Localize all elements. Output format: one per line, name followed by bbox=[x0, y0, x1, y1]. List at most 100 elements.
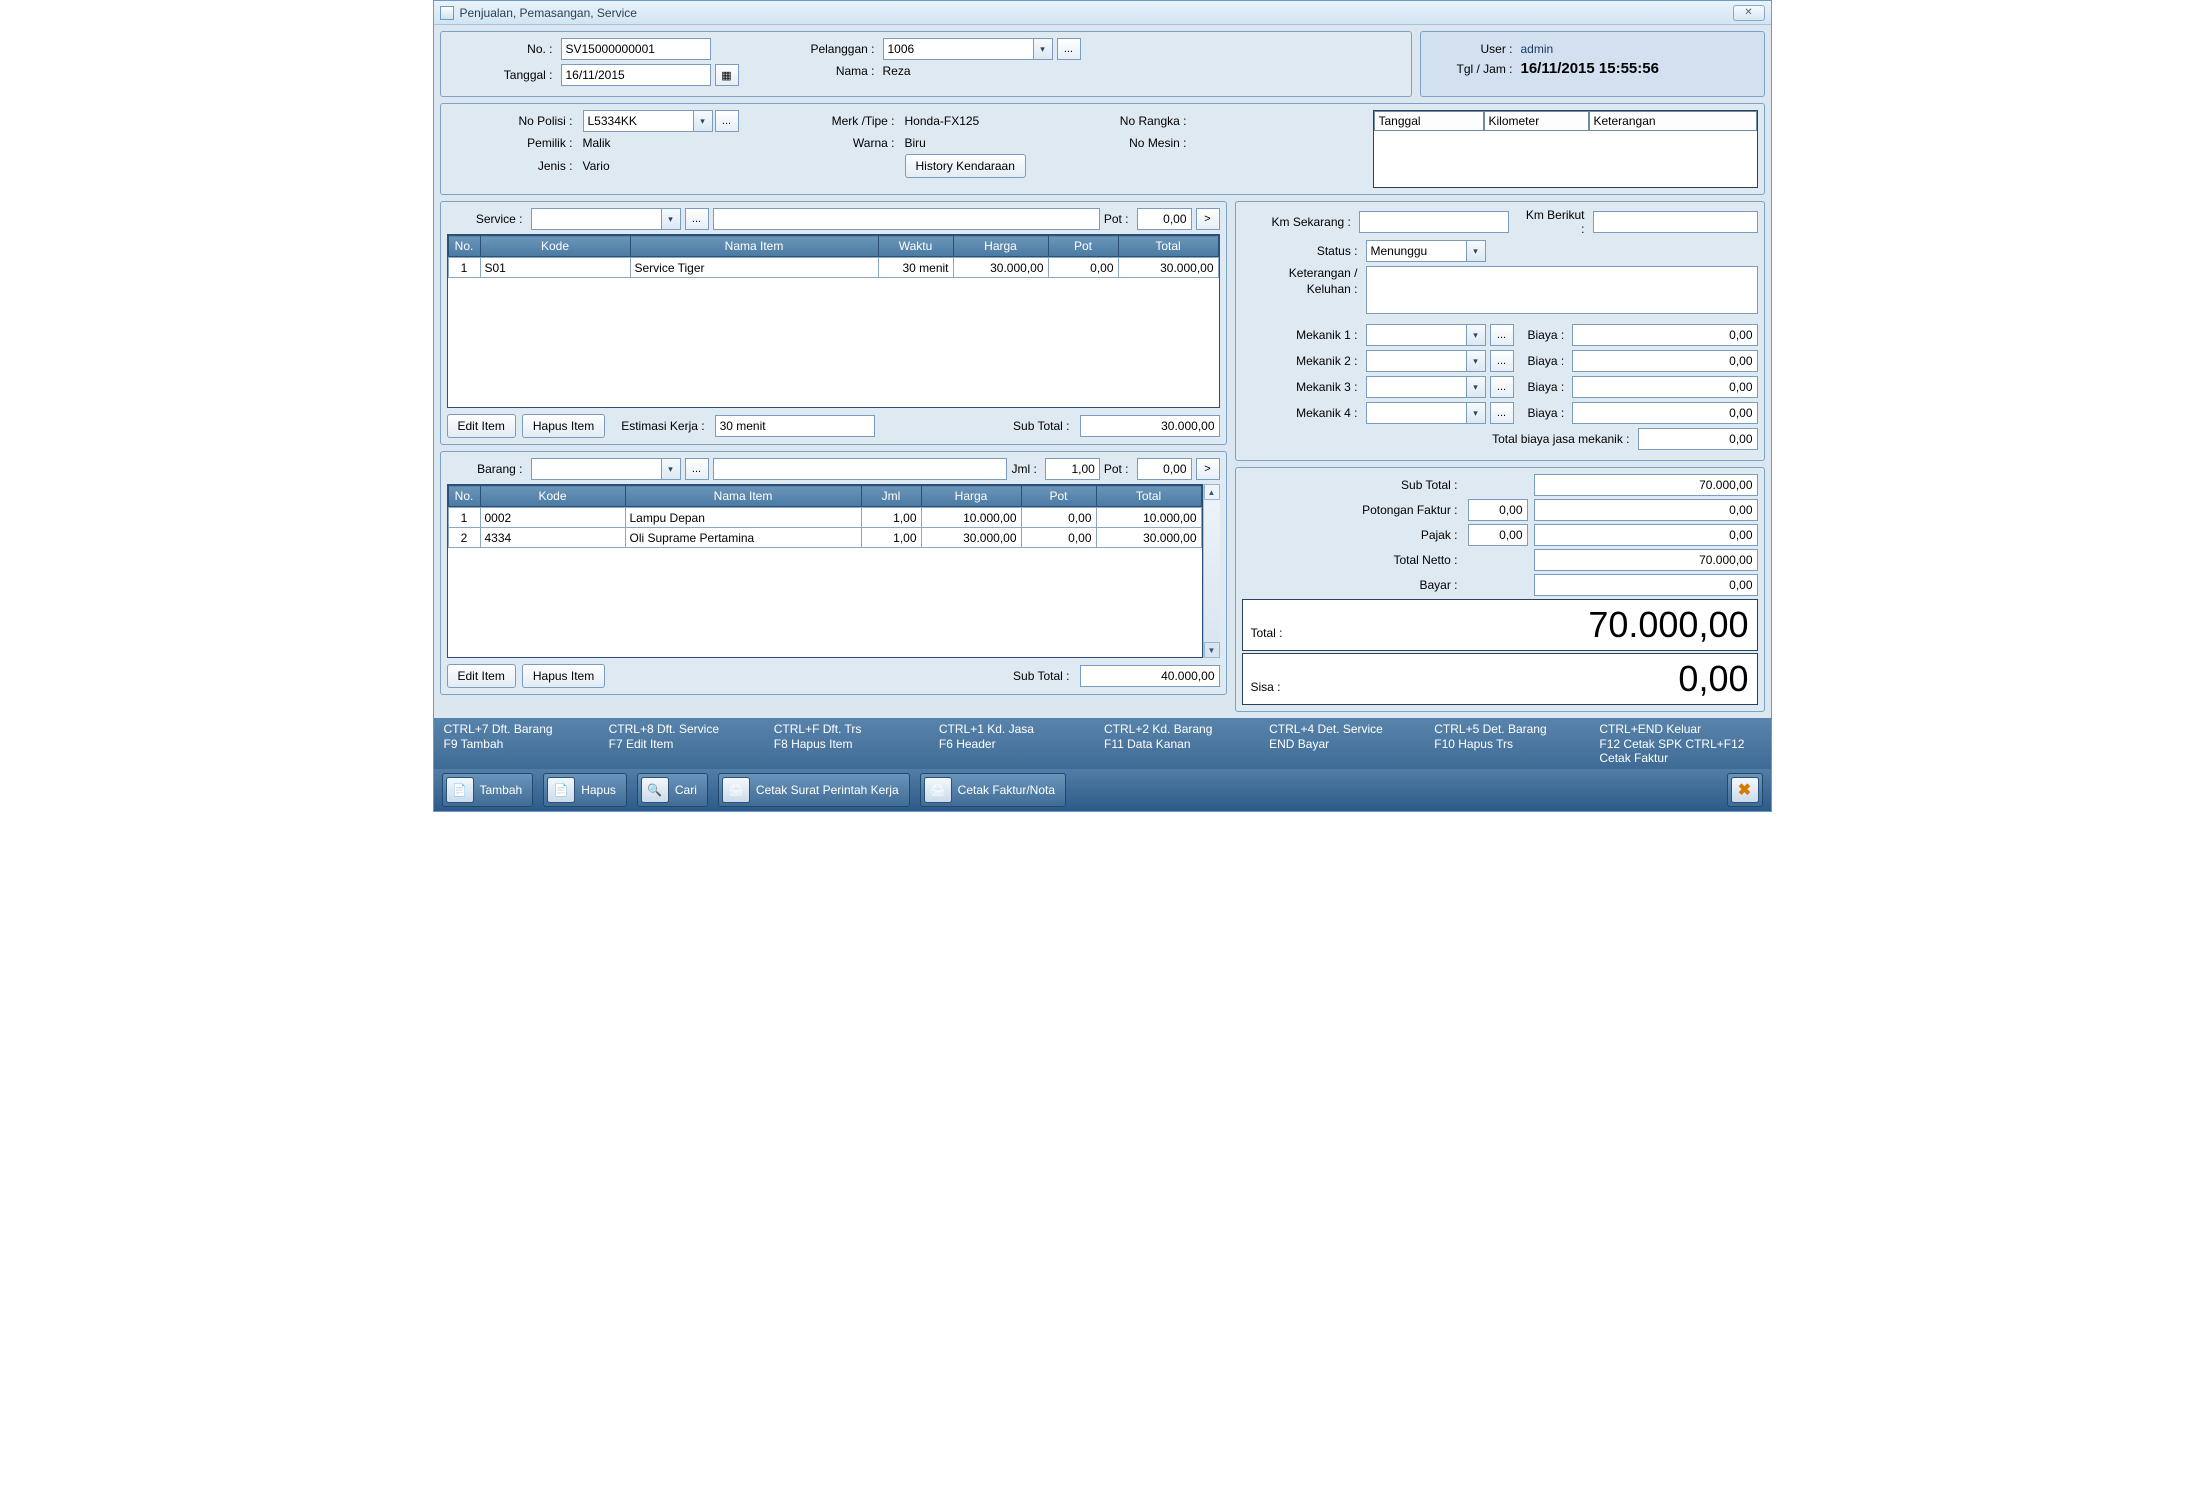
service-pot-label: Pot : bbox=[1104, 212, 1133, 226]
mekanik1-input[interactable] bbox=[1366, 324, 1466, 346]
bayar-value bbox=[1534, 574, 1758, 596]
pemilik-value: Malik bbox=[583, 136, 763, 150]
warna-label: Warna : bbox=[769, 136, 899, 150]
potongan-value bbox=[1534, 499, 1758, 521]
biaya2-value bbox=[1572, 350, 1757, 372]
mekanik4-lookup-button[interactable]: ... bbox=[1490, 402, 1514, 424]
merk-label: Merk /Tipe : bbox=[769, 114, 899, 128]
pelanggan-lookup-button[interactable]: ... bbox=[1057, 38, 1081, 60]
mekanik3-dropdown[interactable]: ▾ bbox=[1466, 376, 1486, 398]
barang-hapus-button[interactable]: Hapus Item bbox=[522, 664, 605, 688]
barang-lookup-button[interactable]: ... bbox=[685, 458, 709, 480]
service-col-kode: Kode bbox=[480, 236, 630, 257]
scroll-up-icon[interactable]: ▲ bbox=[1204, 484, 1220, 500]
barang-grid[interactable]: No. Kode Nama Item Jml Harga Pot Total bbox=[447, 484, 1203, 658]
cetak-spk-button[interactable]: 🖨Cetak Surat Perintah Kerja bbox=[718, 773, 910, 807]
service-hapus-button[interactable]: Hapus Item bbox=[522, 414, 605, 438]
barang-col-total: Total bbox=[1096, 486, 1201, 507]
barang-code-input[interactable] bbox=[531, 458, 661, 480]
pelanggan-dropdown[interactable]: ▾ bbox=[1033, 38, 1053, 60]
biaya4-label: Biaya : bbox=[1528, 406, 1569, 420]
shortcut-hint: F8 Hapus Item bbox=[774, 737, 935, 765]
estimasi-label: Estimasi Kerja : bbox=[621, 419, 708, 433]
potongan-label: Potongan Faktur : bbox=[1242, 503, 1462, 517]
status-dropdown[interactable]: ▾ bbox=[1466, 240, 1486, 262]
mekanik4-input[interactable] bbox=[1366, 402, 1466, 424]
mekanik2-lookup-button[interactable]: ... bbox=[1490, 350, 1514, 372]
barang-subtotal-label: Sub Total : bbox=[1013, 669, 1073, 683]
service-add-button[interactable]: > bbox=[1196, 208, 1220, 230]
nopolisi-lookup-button[interactable]: ... bbox=[715, 110, 739, 132]
veh-col-kilometer: Kilometer bbox=[1484, 111, 1589, 131]
service-lookup-button[interactable]: ... bbox=[685, 208, 709, 230]
app-window: Penjualan, Pemasangan, Service ✕ No. : T… bbox=[433, 0, 1772, 812]
service-edit-button[interactable]: Edit Item bbox=[447, 414, 516, 438]
hapus-button[interactable]: 📄Hapus bbox=[543, 773, 627, 807]
barang-add-button[interactable]: > bbox=[1196, 458, 1220, 480]
barang-jml-input[interactable] bbox=[1045, 458, 1100, 480]
nopolisi-dropdown[interactable]: ▾ bbox=[693, 110, 713, 132]
table-row[interactable]: 1S01Service Tiger30 menit30.000,000,0030… bbox=[448, 258, 1218, 278]
shortcut-hint: F6 Header bbox=[939, 737, 1100, 765]
shortcut-hint: F7 Edit Item bbox=[609, 737, 770, 765]
pajak-pct-input[interactable] bbox=[1468, 524, 1528, 546]
mekanik2-input[interactable] bbox=[1366, 350, 1466, 372]
estimasi-input[interactable] bbox=[715, 415, 875, 437]
barang-col-harga: Harga bbox=[921, 486, 1021, 507]
service-col-nama: Nama Item bbox=[630, 236, 878, 257]
biaya2-label: Biaya : bbox=[1528, 354, 1569, 368]
barang-scrollbar[interactable]: ▲ ▼ bbox=[1203, 484, 1220, 658]
barang-pot-input[interactable] bbox=[1137, 458, 1192, 480]
cetak-faktur-button[interactable]: 🖨Cetak Faktur/Nota bbox=[920, 773, 1066, 807]
service-name-input[interactable] bbox=[713, 208, 1100, 230]
barang-code-dropdown[interactable]: ▾ bbox=[661, 458, 681, 480]
veh-col-tanggal: Tanggal bbox=[1374, 111, 1484, 131]
mekanik3-lookup-button[interactable]: ... bbox=[1490, 376, 1514, 398]
mekanik3-input[interactable] bbox=[1366, 376, 1466, 398]
no-label: No. : bbox=[447, 42, 557, 56]
no-input[interactable] bbox=[561, 38, 711, 60]
biaya1-label: Biaya : bbox=[1528, 328, 1569, 342]
shortcut-hint: END Bayar bbox=[1269, 737, 1430, 765]
status-label: Status : bbox=[1242, 244, 1362, 258]
service-col-pot: Pot bbox=[1048, 236, 1118, 257]
vehicle-history-table[interactable]: Tanggal Kilometer Keterangan bbox=[1373, 110, 1758, 188]
veh-col-keterangan: Keterangan bbox=[1589, 111, 1757, 131]
mekanik1-lookup-button[interactable]: ... bbox=[1490, 324, 1514, 346]
toolbar-close-button[interactable]: ✖ bbox=[1727, 773, 1763, 807]
barang-jml-label: Jml : bbox=[1011, 462, 1040, 476]
service-code-dropdown[interactable]: ▾ bbox=[661, 208, 681, 230]
scroll-down-icon[interactable]: ▼ bbox=[1204, 642, 1220, 658]
barang-edit-button[interactable]: Edit Item bbox=[447, 664, 516, 688]
tanggal-input[interactable] bbox=[561, 64, 711, 86]
service-pot-input[interactable] bbox=[1137, 208, 1192, 230]
service-subtotal-value bbox=[1080, 415, 1220, 437]
barang-pot-label: Pot : bbox=[1104, 462, 1133, 476]
shortcut-hint: CTRL+5 Det. Barang bbox=[1434, 722, 1595, 736]
status-input[interactable] bbox=[1366, 240, 1466, 262]
window-close-button[interactable]: ✕ bbox=[1733, 5, 1765, 21]
pelanggan-input[interactable] bbox=[883, 38, 1033, 60]
service-grid[interactable]: No. Kode Nama Item Waktu Harga Pot Total bbox=[447, 234, 1220, 408]
table-row[interactable]: 10002Lampu Depan1,0010.000,000,0010.000,… bbox=[448, 508, 1201, 528]
calendar-icon[interactable]: ▦ bbox=[715, 64, 739, 86]
mekanik2-dropdown[interactable]: ▾ bbox=[1466, 350, 1486, 372]
table-row[interactable]: 24334Oli Suprame Pertamina1,0030.000,000… bbox=[448, 528, 1201, 548]
potongan-pct-input[interactable] bbox=[1468, 499, 1528, 521]
mekanik1-dropdown[interactable]: ▾ bbox=[1466, 324, 1486, 346]
shortcut-hint: CTRL+7 Dft. Barang bbox=[444, 722, 605, 736]
shortcut-hint: F12 Cetak SPK CTRL+F12 Cetak Faktur bbox=[1599, 737, 1760, 765]
barang-name-input[interactable] bbox=[713, 458, 1008, 480]
keterangan-textarea[interactable] bbox=[1366, 266, 1758, 314]
tambah-button[interactable]: 📄Tambah bbox=[442, 773, 534, 807]
km-sekarang-input[interactable] bbox=[1359, 211, 1509, 233]
cari-button[interactable]: 🔍Cari bbox=[637, 773, 708, 807]
km-berikut-label: Km Berikut : bbox=[1523, 208, 1589, 236]
history-kendaraan-button[interactable]: History Kendaraan bbox=[905, 154, 1026, 178]
km-berikut-input[interactable] bbox=[1593, 211, 1758, 233]
nama-value: Reza bbox=[883, 64, 911, 78]
shortcut-hint: CTRL+F Dft. Trs bbox=[774, 722, 935, 736]
mekanik4-dropdown[interactable]: ▾ bbox=[1466, 402, 1486, 424]
service-code-input[interactable] bbox=[531, 208, 661, 230]
nopolisi-input[interactable] bbox=[583, 110, 693, 132]
